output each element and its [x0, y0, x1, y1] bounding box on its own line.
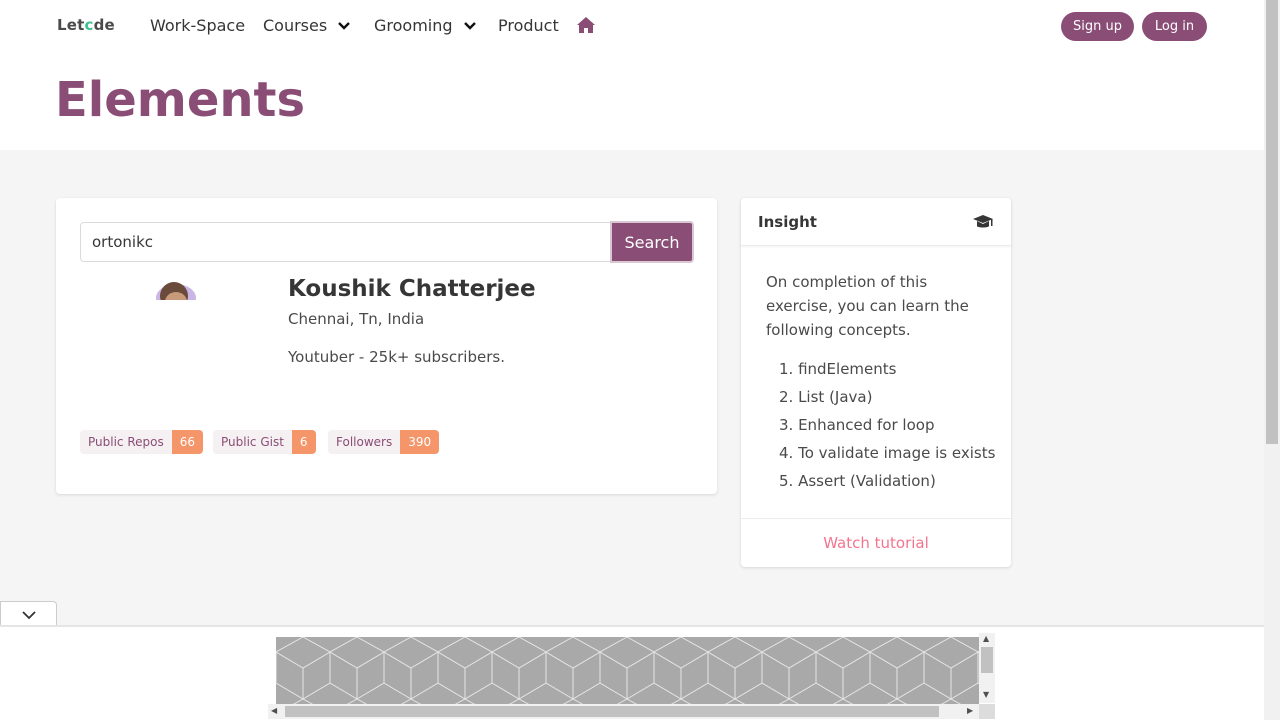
page-title: Elements [55, 72, 306, 128]
tag-label: Public Gist [213, 430, 292, 454]
scroll-right-arrow-icon[interactable]: ▶ [967, 706, 973, 715]
nav-item-product[interactable]: Product [498, 16, 559, 35]
tag-count: 66 [171, 430, 204, 454]
page-scroll-thumb[interactable] [1266, 0, 1278, 444]
insight-card: Insight On completion of this exercise, … [741, 198, 1011, 567]
scroll-corner [979, 704, 995, 719]
profile-card: Search Koushik Chatterjee Chennai, Tn, I… [56, 198, 717, 494]
home-icon[interactable] [576, 16, 596, 34]
top-navbar: Letcde Work-Space Courses Grooming Produ… [0, 0, 1264, 52]
tag-public-gist: Public Gist 6 [213, 430, 316, 454]
nav-item-workspace[interactable]: Work-Space [150, 16, 245, 35]
login-button[interactable]: Log in [1142, 12, 1207, 41]
tag-followers: Followers 390 [328, 430, 440, 454]
hero-section: Elements [0, 52, 1264, 150]
brand-logo[interactable]: Letcde [57, 16, 115, 34]
list-item: 3. Enhanced for loop [779, 416, 935, 434]
profile-bio: Youtuber - 25k+ subscribers. [288, 348, 505, 366]
ad-pattern [276, 637, 979, 705]
insight-footer: Watch tutorial [741, 518, 1011, 567]
signup-button[interactable]: Sign up [1061, 12, 1134, 41]
ad-toggle-button[interactable] [0, 601, 57, 626]
ad-vertical-scroll-thumb[interactable] [981, 647, 993, 673]
tag-count: 390 [400, 430, 440, 454]
tag-public-repos: Public Repos 66 [80, 430, 204, 454]
chevron-down-icon [338, 21, 351, 30]
nav-item-courses[interactable]: Courses [263, 16, 351, 35]
list-item: 5. Assert (Validation) [779, 472, 936, 490]
profile-name: Koushik Chatterjee [288, 276, 536, 302]
tag-label: Followers [328, 430, 401, 454]
ad-horizontal-scroll-thumb[interactable] [285, 706, 939, 717]
scroll-left-arrow-icon[interactable]: ◀ [271, 706, 277, 715]
search-input[interactable] [80, 222, 611, 262]
scroll-down-arrow-icon[interactable]: ▼ [983, 690, 989, 699]
profile-location: Chennai, Tn, India [288, 310, 425, 328]
tag-label: Public Repos [80, 430, 172, 454]
watch-tutorial-link[interactable]: Watch tutorial [823, 534, 929, 552]
graduation-cap-icon [973, 215, 993, 228]
list-item: 1. findElements [779, 360, 897, 378]
insight-title: Insight [758, 213, 817, 231]
avatar [156, 282, 196, 300]
insight-intro: On completion of this exercise, you can … [766, 273, 969, 339]
chevron-down-icon [463, 21, 476, 30]
nav-item-grooming[interactable]: Grooming [374, 16, 477, 35]
search-button[interactable]: Search [610, 221, 694, 263]
tag-count: 6 [291, 430, 316, 454]
chevron-down-icon [22, 611, 36, 620]
concept-list: 1. findElements 2. List (Java) 3. Enhanc… [779, 358, 995, 498]
scroll-up-arrow-icon[interactable]: ▲ [983, 634, 989, 643]
list-item: 2. List (Java) [779, 388, 873, 406]
ad-banner[interactable] [276, 637, 979, 705]
list-item: 4. To validate image is exists [779, 444, 996, 462]
insight-header: Insight [741, 198, 1011, 246]
